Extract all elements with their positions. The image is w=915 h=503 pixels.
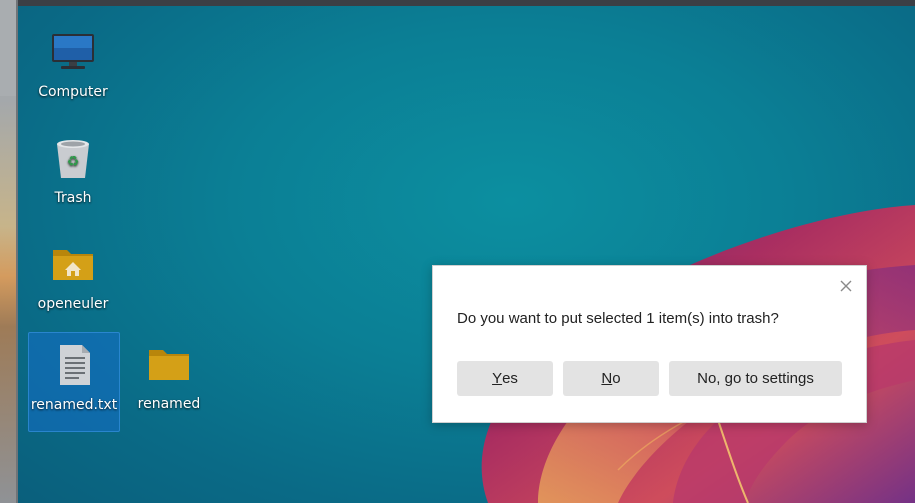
no-button[interactable]: No [563, 361, 659, 396]
svg-text:♻: ♻ [67, 154, 80, 170]
trash-confirm-dialog: Do you want to put selected 1 item(s) in… [432, 265, 867, 423]
desktop[interactable]: Computer ♻ Trash openeuler renamed.txt r… [18, 0, 915, 503]
computer-icon [52, 34, 94, 69]
icon-label: Computer [38, 84, 108, 100]
close-icon [840, 280, 852, 292]
desktop-icon-computer[interactable]: Computer [28, 20, 118, 118]
desktop-icon-renamed-txt[interactable]: renamed.txt [28, 332, 120, 432]
icon-label: openeuler [37, 296, 109, 312]
desktop-icon-home-folder[interactable]: openeuler [28, 232, 118, 330]
no-mnemonic: N [601, 370, 613, 387]
yes-label-rest: es [502, 370, 518, 387]
icon-label: Trash [54, 190, 92, 206]
close-button[interactable] [836, 276, 856, 296]
desktop-icon-trash[interactable]: ♻ Trash [28, 126, 118, 224]
settings-button-label: No, go to settings [697, 370, 814, 387]
text-file-icon [60, 345, 90, 385]
desktop-icon-renamed-folder[interactable]: renamed [124, 332, 214, 430]
icon-label: renamed [137, 396, 201, 412]
trash-icon: ♻ [57, 140, 89, 178]
no-label-rest: o [612, 370, 621, 387]
screen: Computer ♻ Trash openeuler renamed.txt r… [0, 0, 915, 503]
no-go-to-settings-button[interactable]: No, go to settings [669, 361, 842, 396]
yes-mnemonic: Y [492, 370, 503, 387]
yes-button[interactable]: Yes [457, 361, 553, 396]
home-folder-icon [53, 250, 93, 280]
background-window-edge [0, 0, 18, 503]
dialog-message: Do you want to put selected 1 item(s) in… [457, 310, 779, 327]
icon-label: renamed.txt [30, 397, 118, 413]
folder-icon [149, 350, 189, 380]
